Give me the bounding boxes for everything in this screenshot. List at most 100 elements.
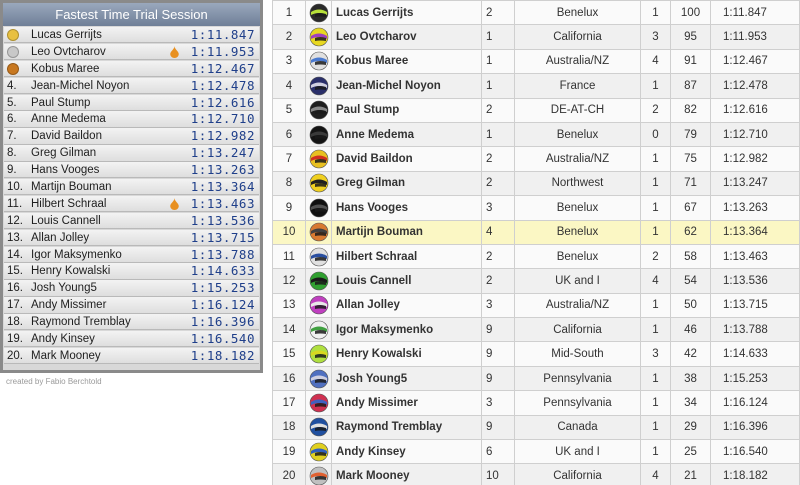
helmet-cell <box>305 463 332 485</box>
list-position: 8. <box>7 147 17 160</box>
time-cell: 1:16.124 <box>710 390 800 416</box>
table-row[interactable]: 1 Lucas Gerrijts 2 Benelux 1 100 1:11.847 <box>272 0 800 26</box>
list-item: 5. Paul Stump 1:12.616 <box>4 94 259 111</box>
list-item: 16. Josh Young5 1:15.253 <box>4 280 259 297</box>
position-cell: 10 <box>272 219 306 245</box>
table-row[interactable]: 7 David Baildon 2 Australia/NZ 1 75 1:12.982 <box>272 146 800 172</box>
driver-name-cell: Mark Mooney <box>331 463 482 485</box>
helmet-icon <box>309 466 328 485</box>
time-cell: 1:13.247 <box>710 170 800 197</box>
time-cell: 1:18.182 <box>710 463 800 485</box>
driver-name-cell: Kobus Maree <box>331 48 482 75</box>
lap-time: 1:16.540 <box>190 331 255 347</box>
table-row[interactable]: 19 Andy Kinsey 6 UK and I 1 25 1:16.540 <box>272 439 800 465</box>
list-position: 10. <box>7 181 23 194</box>
helmet-cell <box>305 219 332 245</box>
table-row[interactable]: 15 Henry Kowalski 9 Mid-South 3 42 1:14.633 <box>272 341 800 367</box>
position-cell: 18 <box>272 414 306 441</box>
points-cell: 87 <box>670 73 711 99</box>
table-row[interactable]: 14 Igor Maksymenko 9 California 1 46 1:13.788 <box>272 317 800 343</box>
time-cell: 1:15.253 <box>710 365 800 392</box>
table-row[interactable]: 6 Anne Medema 1 Benelux 0 79 1:12.710 <box>272 121 800 148</box>
points-cell: 79 <box>670 121 711 148</box>
class-cell: 2 <box>481 97 515 123</box>
points-cell: 21 <box>670 463 711 485</box>
driver-name: Paul Stump <box>31 96 91 109</box>
region-cell: Benelux <box>514 121 641 148</box>
driver-name-cell: Lucas Gerrijts <box>331 0 482 26</box>
helmet-icon <box>309 52 328 71</box>
region-cell: California <box>514 24 641 50</box>
time-cell: 1:11.847 <box>710 0 800 26</box>
helmet-cell <box>305 292 332 319</box>
table-row[interactable]: 8 Greg Gilman 2 Northwest 1 71 1:13.247 <box>272 170 800 197</box>
driver-name-cell: Allan Jolley <box>331 292 482 319</box>
lap-time: 1:13.715 <box>190 229 255 245</box>
class-cell: 9 <box>481 365 515 392</box>
driver-name: Andy Missimer <box>31 299 107 312</box>
list-position: 11. <box>7 197 23 210</box>
driver-name: Allan Jolley <box>31 231 90 244</box>
driver-name: Raymond Tremblay <box>31 316 131 329</box>
table-row[interactable]: 3 Kobus Maree 1 Australia/NZ 4 91 1:12.467 <box>272 48 800 75</box>
position-cell: 1 <box>272 0 306 26</box>
class-cell: 3 <box>481 195 515 221</box>
driver-name: Martijn Bouman <box>31 181 112 194</box>
table-row[interactable]: 10 Martijn Bouman 4 Benelux 1 62 1:13.364 <box>272 219 800 245</box>
points-cell: 42 <box>670 341 711 367</box>
region-cell: France <box>514 73 641 99</box>
helmet-cell <box>305 121 332 148</box>
lap-time: 1:13.247 <box>190 145 255 161</box>
position-cell: 20 <box>272 463 306 485</box>
table-row[interactable]: 2 Leo Ovtcharov 1 California 3 95 1:11.953 <box>272 24 800 50</box>
time-cell: 1:13.263 <box>710 195 800 221</box>
count-cell: 1 <box>640 146 671 172</box>
time-cell: 1:12.478 <box>710 73 800 99</box>
list-item: 8. Greg Gilman 1:13.247 <box>4 145 259 162</box>
time-cell: 1:14.633 <box>710 341 800 367</box>
table-row[interactable]: 11 Hilbert Schraal 2 Benelux 2 58 1:13.463 <box>272 243 800 270</box>
table-row[interactable]: 4 Jean-Michel Noyon 1 France 1 87 1:12.478 <box>272 73 800 99</box>
list-item: 15. Henry Kowalski 1:14.633 <box>4 263 259 280</box>
helmet-icon <box>309 344 328 364</box>
helmet-icon <box>309 125 328 144</box>
table-row[interactable]: 16 Josh Young5 9 Pennsylvania 1 38 1:15.253 <box>272 365 800 392</box>
region-cell: Pennsylvania <box>514 365 641 392</box>
driver-name: Hilbert Schraal <box>31 197 107 210</box>
position-cell: 12 <box>272 268 306 294</box>
class-cell: 3 <box>481 292 515 319</box>
time-cell: 1:13.364 <box>710 219 800 245</box>
helmet-icon <box>309 418 328 437</box>
table-row[interactable]: 5 Paul Stump 2 DE-AT-CH 2 82 1:12.616 <box>272 97 800 123</box>
count-cell: 1 <box>640 390 671 416</box>
list-position: 20. <box>7 349 23 362</box>
position-cell: 4 <box>272 73 306 99</box>
driver-name: Hans Vooges <box>31 164 100 177</box>
table-row[interactable]: 17 Andy Missimer 3 Pennsylvania 1 34 1:16.124 <box>272 390 800 416</box>
fastest-session-panel: Fastest Time Trial Session Lucas Gerrijt… <box>0 0 263 373</box>
table-row[interactable]: 18 Raymond Tremblay 9 Canada 1 29 1:16.396 <box>272 414 800 441</box>
lap-time: 1:11.953 <box>190 43 255 59</box>
lap-time: 1:12.710 <box>190 111 255 127</box>
points-cell: 29 <box>670 414 711 441</box>
time-cell: 1:13.788 <box>710 317 800 343</box>
driver-name-cell: Greg Gilman <box>331 170 482 197</box>
table-row[interactable]: 12 Louis Cannell 2 UK and I 4 54 1:13.536 <box>272 268 800 294</box>
table-row[interactable]: 13 Allan Jolley 3 Australia/NZ 1 50 1:13.715 <box>272 292 800 319</box>
points-cell: 54 <box>670 268 711 294</box>
count-cell: 2 <box>640 243 671 270</box>
driver-name: Lucas Gerrijts <box>31 29 102 41</box>
position-cell: 8 <box>272 170 306 197</box>
helmet-cell <box>305 73 332 99</box>
position-cell: 7 <box>272 146 306 172</box>
table-row[interactable]: 20 Mark Mooney 10 California 4 21 1:18.182 <box>272 463 800 485</box>
position-cell: 15 <box>272 341 306 367</box>
position-cell: 11 <box>272 243 306 270</box>
position-cell: 2 <box>272 24 306 50</box>
lap-time: 1:12.467 <box>190 60 255 76</box>
time-cell: 1:12.467 <box>710 48 800 75</box>
table-row[interactable]: 9 Hans Vooges 3 Benelux 1 67 1:13.263 <box>272 195 800 221</box>
position-cell: 5 <box>272 97 306 123</box>
driver-name-cell: Andy Missimer <box>331 390 482 416</box>
class-cell: 2 <box>481 0 515 26</box>
